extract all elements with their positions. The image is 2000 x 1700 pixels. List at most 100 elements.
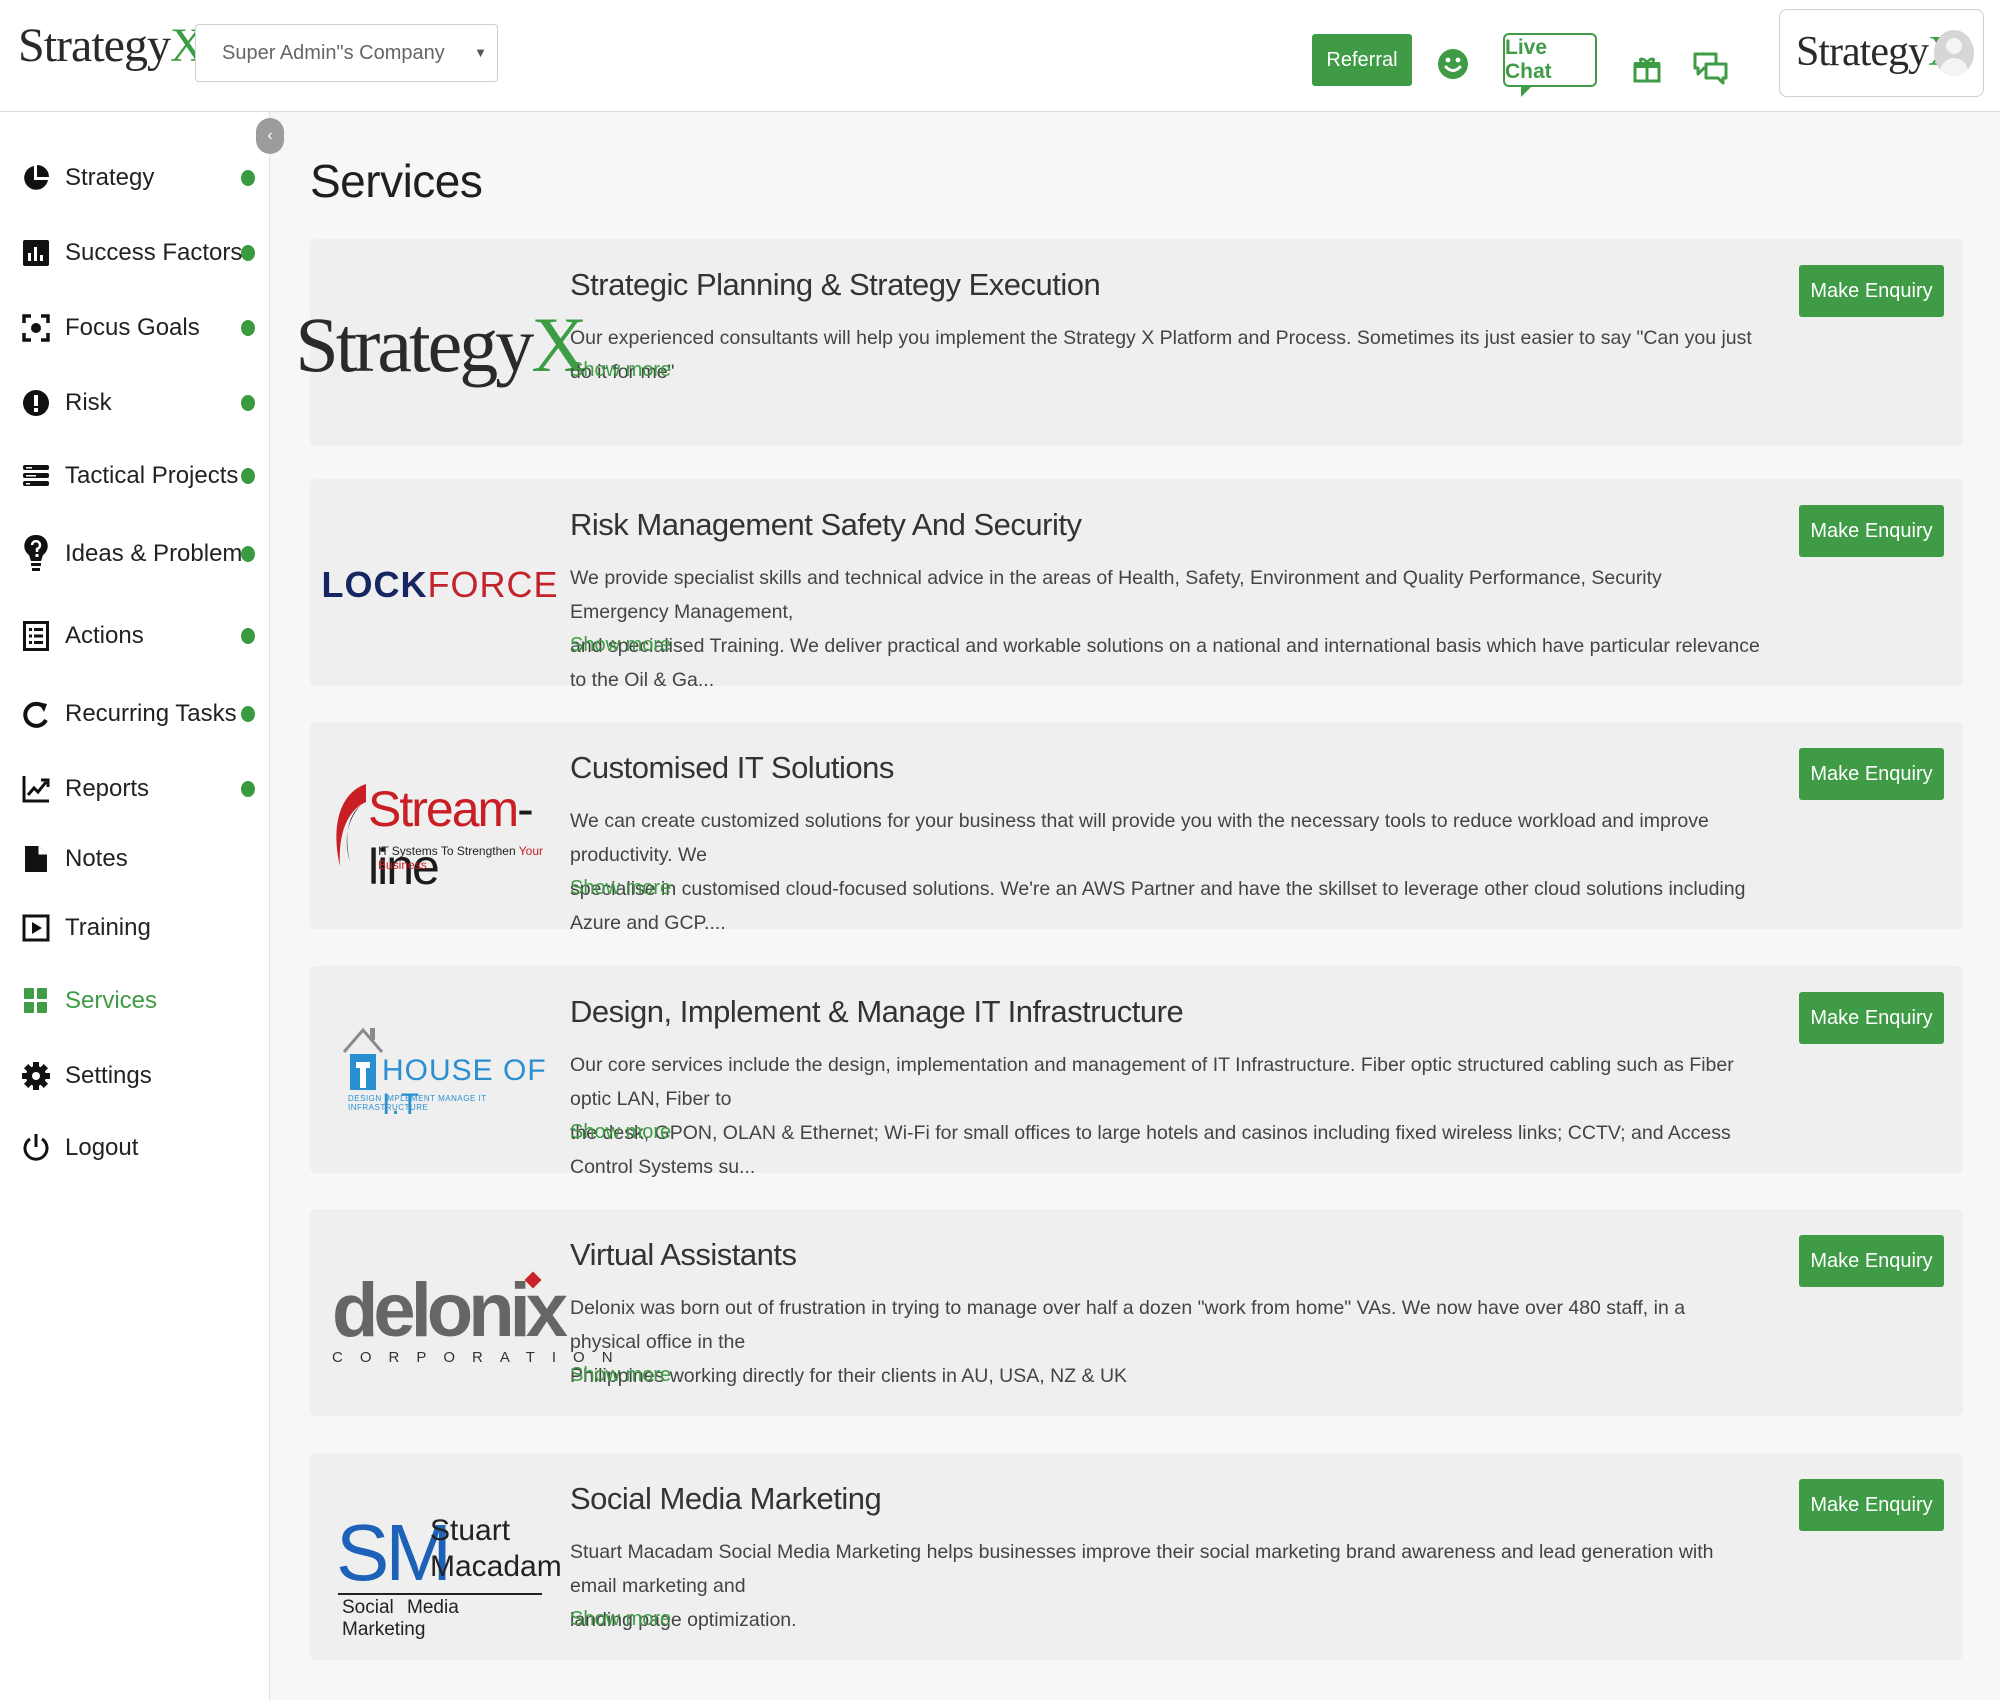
status-dot [241,706,255,722]
sidebar-item-logout[interactable]: Logout [0,1124,270,1172]
sidebar-item-label: Strategy [65,164,155,191]
make-enquiry-button[interactable]: Make Enquiry [1799,265,1944,317]
play-icon [20,912,52,944]
power-icon [20,1132,52,1164]
sidebar-item-settings[interactable]: Settings [0,1052,270,1100]
sidebar-item-label: Tactical Projects [65,462,239,489]
speech-tail [1521,85,1533,97]
streamline-logo: Stream-line IT Systems To Strengthen You… [330,758,550,898]
service-title: Customised IT Solutions [570,750,894,785]
status-dot [241,320,255,336]
service-title: Social Media Marketing [570,1481,882,1516]
sidebar-item-label: Settings [65,1062,152,1089]
status-dot [241,628,255,644]
show-more-link[interactable]: Show more [570,1608,671,1631]
delonix-logo: delonix CORPORATION [332,1268,630,1366]
gear-icon [20,1060,52,1092]
service-card: SM Stuart Macadam Social Media Marketing … [310,1453,1963,1660]
stuart-macadam-logo: SM Stuart Macadam Social Media Marketing [336,1508,562,1640]
alert-circle-icon [20,387,52,419]
sidebar-item-label: Success Factors [65,239,243,266]
sidebar-item-label: Actions [65,622,144,649]
line-chart-icon [20,773,52,805]
sidebar-item-label: Training [65,914,151,941]
sidebar-item-notes[interactable]: Notes [0,835,270,883]
avatar [1934,30,1974,76]
gift-icon[interactable] [1632,54,1662,89]
status-dot [241,245,255,261]
pie-chart-icon [20,162,52,194]
bar-chart-icon [20,237,52,269]
sidebar-item-focus-goals[interactable]: Focus Goals [0,304,270,352]
note-icon [20,843,52,875]
make-enquiry-button[interactable]: Make Enquiry [1799,1235,1944,1287]
sidebar-item-label: Logout [65,1134,139,1161]
collapse-sidebar-chevron-icon[interactable]: ‹ [256,118,284,154]
refresh-icon [20,698,52,730]
sidebar-item-ideas-problems[interactable]: Ideas & Problems [0,530,270,578]
house-of-it-logo: HOUSE OF I.T DESIGN IMPLEMENT MANAGE IT … [330,1002,550,1142]
focus-target-icon [20,312,52,344]
sidebar-item-label: Focus Goals [65,314,200,341]
sidebar-item-label: Risk [65,389,112,416]
messages-icon[interactable] [1692,50,1730,91]
status-dot [241,170,255,186]
lockforce-logo: LOCKFORCE [321,564,559,605]
service-description: Our experienced consultants will help yo… [570,327,1752,383]
sidebar-item-risk[interactable]: Risk [0,379,270,427]
profile-menu[interactable]: StrategyX [1779,9,1984,97]
chevron-down-icon: ▼ [474,45,487,60]
sidebar-item-label: Notes [65,845,128,872]
show-more-link[interactable]: Show more [570,359,671,382]
service-description: We provide specialist skills and technic… [570,567,1760,691]
referral-button[interactable]: Referral [1312,34,1412,86]
service-title: Virtual Assistants [570,1237,797,1272]
smiley-feedback-icon[interactable] [1437,47,1469,86]
service-card: Stream-line IT Systems To Strengthen You… [310,722,1963,934]
brand-logo[interactable]: StrategyX [18,18,205,73]
service-title: Design, Implement & Manage IT Infrastruc… [570,994,1184,1029]
live-chat-label: Live Chat [1505,36,1552,83]
sidebar-item-strategy[interactable]: Strategy [0,154,270,202]
sidebar-item-label: Ideas & Problems [65,540,255,567]
service-title: Risk Management Safety And Security [570,507,1082,542]
sidebar-item-actions[interactable]: Actions [0,612,270,660]
lightbulb-question-icon [20,534,52,571]
sidebar-item-recurring-tasks[interactable]: Recurring Tasks [0,690,270,738]
service-title: Strategic Planning & Strategy Execution [570,267,1101,302]
sidebar-item-success-factors[interactable]: Success Factors [0,229,270,277]
status-dot [241,395,255,411]
top-header: StrategyX Super Admin"s Company ▼ Referr… [0,0,2000,112]
live-chat-button[interactable]: Live Chat [1503,33,1597,97]
show-more-link[interactable]: Show more [570,877,671,900]
grid-icon [20,985,52,1017]
status-dot [241,546,255,562]
strategyx-logo: StrategyX [295,301,587,388]
service-card: HOUSE OF I.T DESIGN IMPLEMENT MANAGE IT … [310,966,1963,1178]
make-enquiry-button[interactable]: Make Enquiry [1799,748,1944,800]
show-more-link[interactable]: Show more [570,634,671,657]
sidebar-item-label: Reports [65,775,150,802]
checklist-icon [20,620,52,652]
sidebar-item-reports[interactable]: Reports [0,765,270,813]
make-enquiry-button[interactable]: Make Enquiry [1799,992,1944,1044]
service-card: delonix CORPORATION Virtual Assistants D… [310,1209,1963,1416]
sidebar-item-label: Recurring Tasks [65,700,237,727]
sidebar-item-services[interactable]: Services [0,977,270,1025]
sidebar-item-label: Services [65,987,158,1014]
service-card: LOCKFORCE Risk Management Safety And Sec… [310,479,1963,691]
service-description: Delonix was born out of frustration in t… [570,1297,1686,1387]
service-description: Stuart Macadam Social Media Marketing he… [570,1541,1714,1631]
show-more-link[interactable]: Show more [570,1121,671,1144]
sidebar-item-training[interactable]: Training [0,904,270,952]
show-more-link[interactable]: Show more [570,1364,671,1387]
make-enquiry-button[interactable]: Make Enquiry [1799,505,1944,557]
service-description: Our core services include the design, im… [570,1054,1734,1178]
company-select-value: Super Admin"s Company [222,41,445,64]
make-enquiry-button[interactable]: Make Enquiry [1799,1479,1944,1531]
company-select[interactable]: Super Admin"s Company ▼ [195,24,498,82]
page-title: Services [310,155,483,207]
status-dot [241,781,255,797]
sidebar-item-tactical-projects[interactable]: Tactical Projects [0,452,270,500]
service-description: We can create customized solutions for y… [570,810,1746,934]
